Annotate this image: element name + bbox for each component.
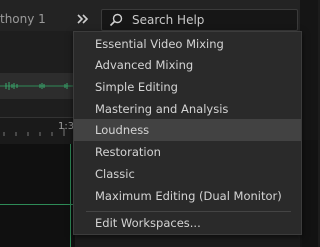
track-divider	[0, 204, 75, 205]
search-help-input[interactable]: Search Help	[101, 9, 298, 31]
search-icon	[109, 13, 123, 27]
editor-panel: 1:3	[0, 31, 75, 247]
menu-item-classic[interactable]: Classic	[74, 163, 301, 185]
double-chevron-right-icon	[77, 14, 89, 24]
window-title-tab[interactable]: thony 1	[0, 9, 72, 29]
waveform-graphic	[0, 82, 75, 90]
menu-item-simple-editing[interactable]: Simple Editing	[74, 76, 301, 98]
time-ruler[interactable]: 1:3	[0, 117, 75, 144]
menu-item-loudness[interactable]: Loudness	[74, 119, 301, 141]
menu-item-mastering-and-analysis[interactable]: Mastering and Analysis	[74, 98, 301, 120]
menu-item-maximum-editing-dual-monitor[interactable]: Maximum Editing (Dual Monitor)	[74, 185, 301, 207]
overview-waveform-strip[interactable]	[0, 73, 75, 99]
menu-item-advanced-mixing[interactable]: Advanced Mixing	[74, 54, 301, 76]
menu-item-edit-workspaces[interactable]: Edit Workspaces...	[74, 212, 301, 234]
top-bar: thony 1 Search Help	[0, 0, 318, 31]
ruler-ticks	[3, 128, 65, 136]
app-window: thony 1 Search Help 1:3 Essential Video …	[0, 0, 318, 247]
search-placeholder: Search Help	[132, 13, 205, 27]
overflow-menu-button[interactable]	[74, 9, 92, 29]
track-boundary	[70, 144, 71, 247]
right-track-panel	[302, 140, 318, 247]
menu-item-restoration[interactable]: Restoration	[74, 141, 301, 163]
menu-item-essential-video-mixing[interactable]: Essential Video Mixing	[74, 33, 301, 55]
workspace-menu: Essential Video Mixing Advanced Mixing S…	[73, 31, 302, 235]
multitrack-area[interactable]	[0, 144, 75, 247]
